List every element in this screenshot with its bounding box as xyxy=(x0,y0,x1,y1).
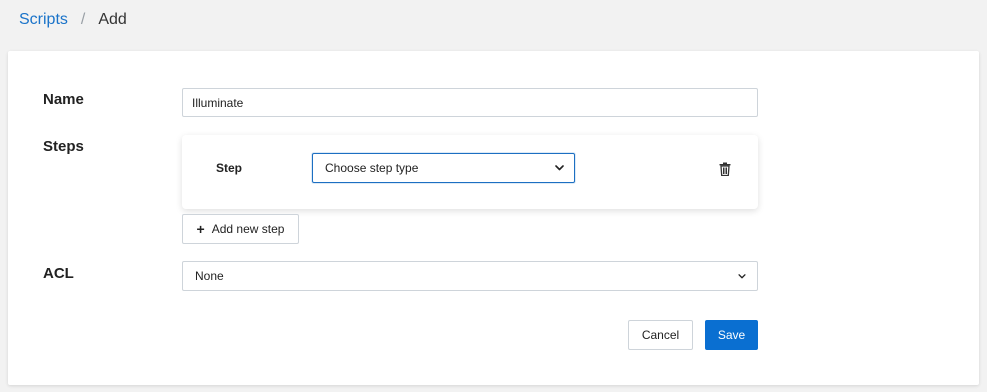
plus-icon: + xyxy=(196,221,205,237)
cancel-button[interactable]: Cancel xyxy=(628,320,693,350)
breadcrumb: Scripts / Add xyxy=(19,11,127,29)
steps-label: Steps xyxy=(43,138,84,155)
acl-label: ACL xyxy=(43,265,74,282)
script-form-card: Name Steps Step Choose step type + Add n… xyxy=(8,51,979,385)
step-label: Step xyxy=(216,161,243,175)
add-new-step-label: Add new step xyxy=(211,222,285,236)
breadcrumb-current: Add xyxy=(98,11,127,28)
chevron-down-icon xyxy=(737,271,747,281)
acl-select[interactable]: None xyxy=(182,261,758,291)
step-card: Step Choose step type xyxy=(182,135,758,209)
add-new-step-button[interactable]: + Add new step xyxy=(182,214,299,244)
acl-value: None xyxy=(195,269,224,283)
trash-icon[interactable] xyxy=(719,162,731,177)
step-type-value: Choose step type xyxy=(325,161,419,175)
name-label: Name xyxy=(43,91,84,108)
breadcrumb-separator: / xyxy=(80,11,86,28)
name-input[interactable] xyxy=(182,88,758,117)
step-type-select[interactable]: Choose step type xyxy=(312,153,575,183)
breadcrumb-scripts-link[interactable]: Scripts xyxy=(19,11,68,29)
save-button[interactable]: Save xyxy=(705,320,758,350)
chevron-down-icon xyxy=(554,163,564,173)
